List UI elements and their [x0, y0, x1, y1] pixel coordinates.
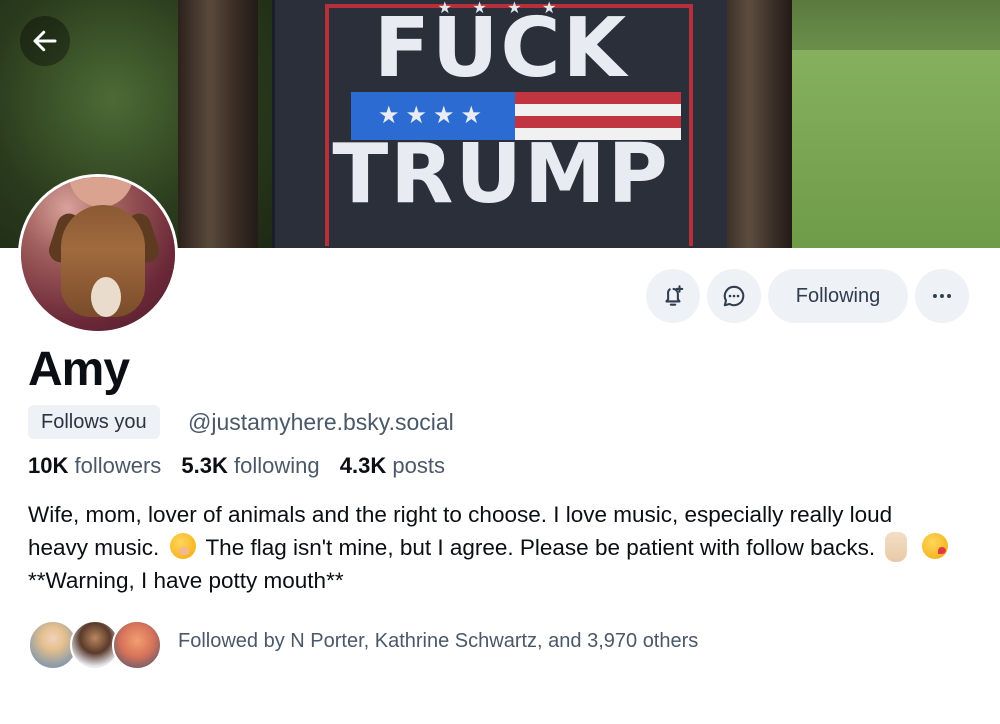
- arrow-left-icon: [33, 30, 57, 52]
- following-button-label: Following: [795, 284, 881, 307]
- followers-count: 10K: [28, 453, 69, 478]
- bell-plus-icon: [665, 285, 684, 306]
- profile-handle: @justamyhere.bsky.social: [188, 409, 454, 435]
- message-button[interactable]: [707, 269, 761, 323]
- profile-display-name: Amy: [28, 343, 130, 396]
- subscribe-button[interactable]: [646, 269, 700, 323]
- chat-bubble-icon: [723, 285, 745, 307]
- banner-grass: [792, 50, 1000, 248]
- follower-avatar: [112, 620, 162, 670]
- following-count: 5.3K: [181, 453, 228, 478]
- bio-text: **Warning, I have potty mouth**: [28, 568, 344, 593]
- flag-bottom-word: TRUMP: [332, 127, 670, 222]
- profile-avatar[interactable]: [18, 174, 178, 334]
- ellipsis-icon: [933, 294, 951, 298]
- posts-stat: 4.3K posts: [340, 453, 459, 478]
- more-options-button[interactable]: [915, 269, 969, 323]
- followed-by-text: Followed by N Porter, Kathrine Schwartz,…: [178, 630, 699, 652]
- follows-you-badge: Follows you: [28, 405, 160, 439]
- flag-top-word: FUCK: [373, 1, 629, 96]
- followed-by-row[interactable]: Followed by N Porter, Kathrine Schwartz,…: [28, 618, 968, 670]
- face-with-hand-over-mouth-icon: [169, 533, 196, 559]
- flag-red-stripe: [515, 92, 681, 104]
- flag-white-stripe: [515, 104, 681, 116]
- profile-stats: 10K followers 5.3K following 4.3K posts: [28, 451, 459, 481]
- back-button[interactable]: [20, 16, 70, 66]
- bio-text: The flag isn't mine, but I agree. Please…: [205, 535, 876, 560]
- following-stat[interactable]: 5.3K following: [181, 453, 339, 478]
- following-button[interactable]: Following: [768, 269, 908, 323]
- posts-count: 4.3K: [339, 453, 387, 478]
- victory-hand-icon: [885, 532, 908, 562]
- banner-tree-trunk: [178, 0, 258, 248]
- followers-label: followers: [74, 453, 162, 478]
- banner-flag: ★ ★ ★ ★ FUCK ★★★★ TRUMP: [272, 0, 727, 248]
- avatar-dog-chest: [91, 277, 121, 317]
- posts-label: posts: [392, 453, 445, 478]
- face-blowing-kiss-icon: [921, 533, 948, 559]
- followers-stat[interactable]: 10K followers: [28, 453, 181, 478]
- following-label: following: [234, 453, 320, 478]
- profile-bio: Wife, mom, lover of animals and the righ…: [28, 498, 958, 597]
